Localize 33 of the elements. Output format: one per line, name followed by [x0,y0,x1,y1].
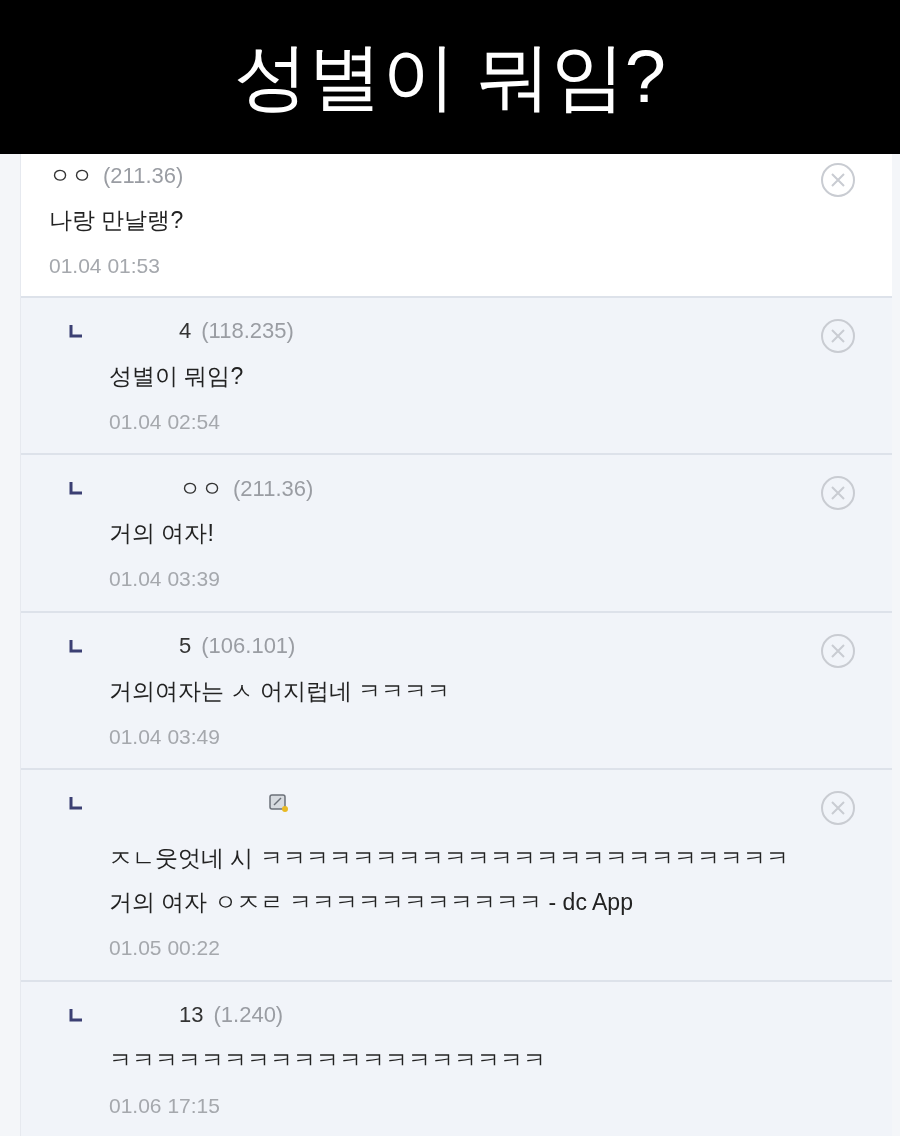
close-icon[interactable] [820,162,856,198]
comment-text: 거의 여자! [109,519,215,548]
comment-text: 거의여자는 ㅅ 어지럽네 ㅋㅋㅋㅋ [109,676,452,706]
comment-text: ㅈㄴ웃엇네 시 ㅋㅋㅋㅋㅋㅋㅋㅋㅋㅋㅋㅋㅋㅋㅋㅋㅋㅋㅋㅋㅋㅋㅋ 거의 여자 ㅇㅈㄹ ㅋㅋㅋㅋㅋㅋㅋㅋㅋㅋㅋ - dc App [109,844,790,917]
ip-address: (106.101) [201,632,296,660]
banner-title: 성별이 뭐임? [234,40,666,114]
ip-address: (211.36) [103,161,184,190]
ip-address: (118.235) [201,317,294,345]
comment-date: 01.04 03:49 [109,723,221,750]
comment-date: 01.04 02:54 [109,408,221,435]
nickname: ㅇㅇ [49,161,93,190]
reply-icon [69,481,83,495]
reply-icon [69,1007,83,1022]
comment-date: 01.04 01:53 [49,253,161,279]
comment-date: 01.04 03:39 [109,566,221,592]
comment-date: 01.05 00:22 [109,935,221,961]
ip-address: (1.240) [213,1001,284,1029]
comment-text: ㅋㅋㅋㅋㅋㅋㅋㅋㅋㅋㅋㅋㅋㅋㅋㅋㅋㅋㅋ [109,1045,547,1075]
reply-icon [69,796,83,810]
comment-date: 01.06 17:15 [109,1092,221,1119]
close-icon[interactable] [820,317,856,354]
nickname: 5 [179,632,192,660]
close-icon[interactable] [820,475,856,511]
reply-icon [69,638,83,653]
nickname: 13 [179,1001,204,1029]
nickname: 4 [179,317,192,345]
ip-address: (211.36) [233,474,314,503]
close-icon[interactable] [820,790,856,826]
reply-icon [69,323,83,338]
nickname: ㅇㅇ [179,474,223,503]
close-icon[interactable] [820,632,856,669]
comment-text: 성별이 뭐임? [109,361,245,391]
comment-text: 나랑 만날랭? [49,206,185,235]
